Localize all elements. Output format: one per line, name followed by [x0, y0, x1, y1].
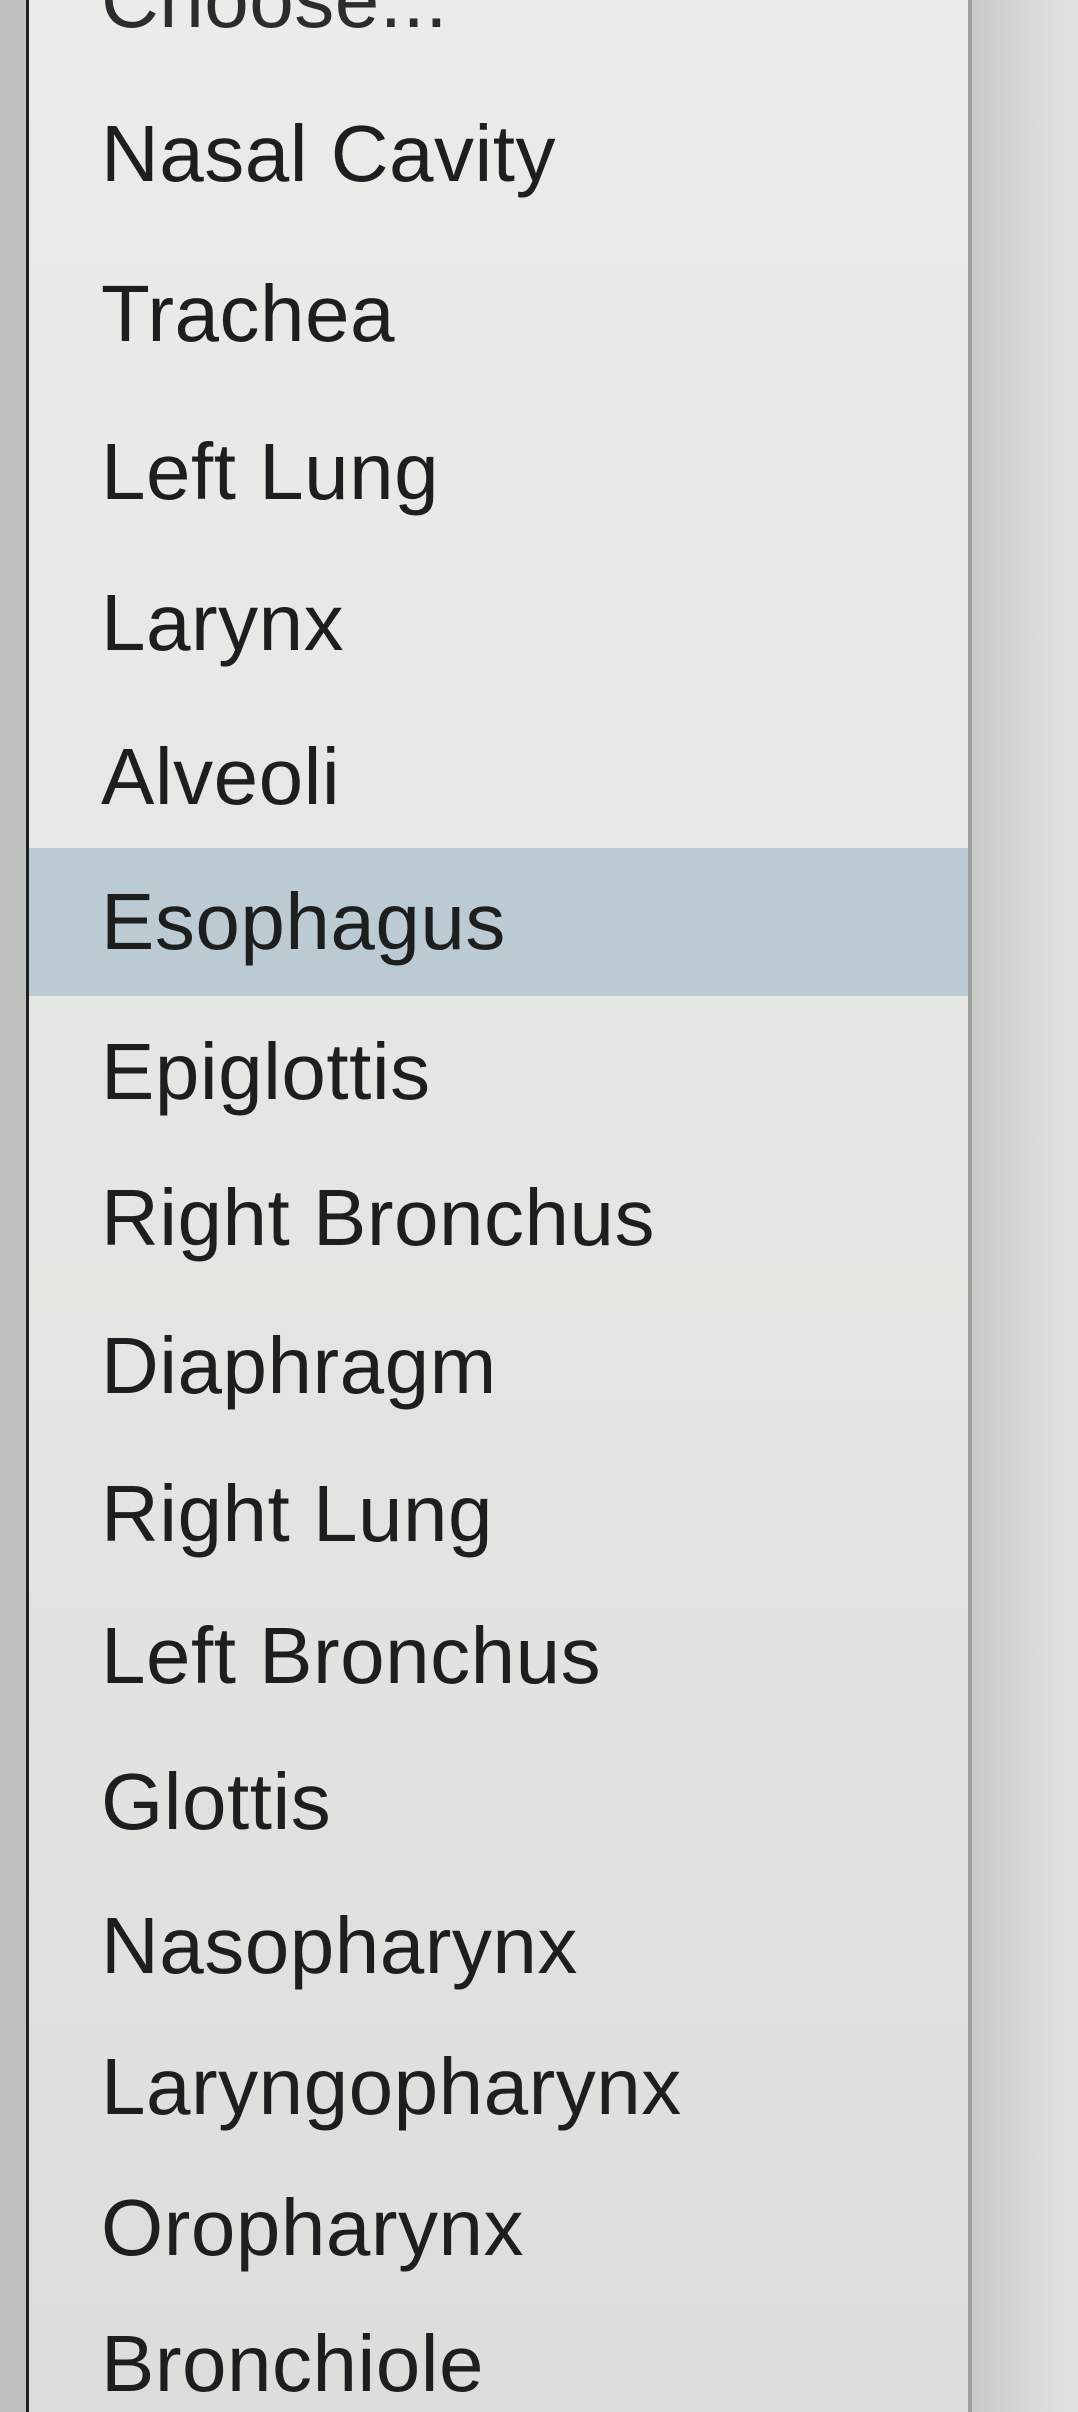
- background-right-edge: [978, 0, 1078, 2412]
- dropdown-option-right-bronchus[interactable]: Right Bronchus: [29, 1144, 968, 1292]
- dropdown-option-nasopharynx[interactable]: Nasopharynx: [29, 1872, 968, 2020]
- dropdown-option-larynx[interactable]: Larynx: [29, 549, 968, 697]
- dropdown-option-esophagus[interactable]: Esophagus: [29, 848, 968, 996]
- dropdown-option-left-lung[interactable]: Left Lung: [29, 398, 968, 546]
- dropdown-option-right-lung[interactable]: Right Lung: [29, 1440, 968, 1588]
- dropdown-placeholder-option[interactable]: Choose...: [29, 0, 968, 72]
- dropdown-option-oropharynx[interactable]: Oropharynx: [29, 2154, 968, 2302]
- dropdown-option-trachea[interactable]: Trachea: [29, 240, 968, 388]
- dropdown-option-alveoli[interactable]: Alveoli: [29, 703, 968, 851]
- background-left-edge: [0, 0, 26, 2412]
- dropdown-option-bronchiole[interactable]: Bronchiole: [29, 2290, 968, 2412]
- dropdown-option-glottis[interactable]: Glottis: [29, 1728, 968, 1876]
- dropdown-list[interactable]: Choose... Nasal Cavity Trachea Left Lung…: [26, 0, 972, 2412]
- dropdown-option-laryngopharynx[interactable]: Laryngopharynx: [29, 2013, 968, 2161]
- dropdown-option-diaphragm[interactable]: Diaphragm: [29, 1292, 968, 1440]
- dropdown-option-epiglottis[interactable]: Epiglottis: [29, 998, 968, 1146]
- dropdown-option-nasal-cavity[interactable]: Nasal Cavity: [29, 80, 968, 228]
- dropdown-option-left-bronchus[interactable]: Left Bronchus: [29, 1582, 968, 1730]
